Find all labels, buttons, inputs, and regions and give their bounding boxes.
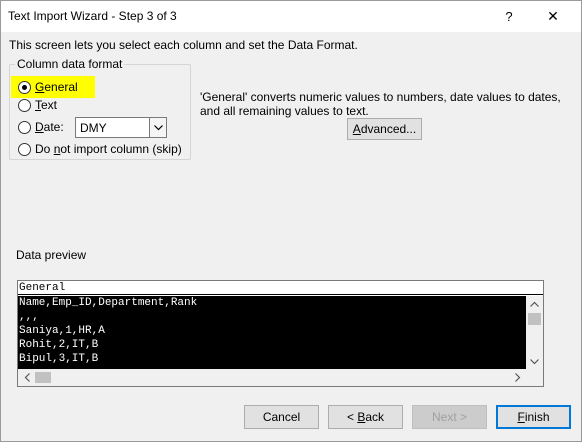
radio-skip-indicator[interactable] — [18, 142, 31, 156]
chevron-up-icon[interactable] — [526, 296, 543, 312]
data-preview-legend: Data preview — [14, 248, 89, 262]
preview-horizontal-scrollbar[interactable] — [18, 369, 543, 386]
back-label: < Back — [346, 410, 385, 424]
preview-column-header[interactable]: General — [18, 281, 543, 295]
radio-text-label: Text — [35, 98, 58, 112]
radio-general-indicator[interactable] — [18, 80, 31, 94]
vertical-scroll-thumb[interactable] — [528, 313, 541, 325]
radio-general[interactable]: General — [18, 80, 78, 94]
window-title: Text Import Wizard - Step 3 of 3 — [8, 9, 177, 23]
preview-row: Rohit,2,IT,B — [19, 339, 99, 351]
finish-button[interactable]: Finish — [496, 405, 571, 429]
preview-row: Bipul,3,IT,B — [19, 353, 99, 365]
chevron-left-icon[interactable] — [18, 369, 35, 386]
column-format-legend: Column data format — [15, 57, 125, 71]
radio-skip-label: Do not import column (skip) — [35, 142, 182, 156]
horizontal-scroll-thumb[interactable] — [35, 372, 51, 383]
advanced-label: Advanced... — [352, 122, 417, 136]
chevron-down-icon[interactable] — [149, 118, 166, 137]
preview-row: ,,, — [19, 311, 39, 323]
intro-text: This screen lets you select each column … — [9, 38, 358, 52]
chevron-right-icon[interactable] — [509, 369, 526, 386]
date-format-value: DMY — [80, 121, 107, 135]
radio-text-indicator[interactable] — [18, 98, 31, 112]
help-button[interactable]: ? — [487, 1, 531, 32]
next-button[interactable]: Next > — [412, 405, 487, 429]
radio-skip[interactable]: Do not import column (skip) — [18, 142, 182, 156]
preview-vertical-scrollbar[interactable] — [526, 296, 543, 370]
preview-rows[interactable]: Name,Emp_ID,Department,Rank ,,, Saniya,1… — [18, 296, 528, 370]
radio-date[interactable]: Date: — [18, 120, 64, 134]
chevron-down-icon[interactable] — [526, 354, 543, 370]
cancel-button[interactable]: Cancel — [244, 405, 319, 429]
title-bar: Text Import Wizard - Step 3 of 3 ? ✕ — [1, 1, 581, 32]
advanced-button[interactable]: Advanced... — [347, 118, 422, 140]
finish-label: Finish — [517, 410, 550, 424]
radio-general-label: General — [35, 80, 78, 94]
radio-text[interactable]: Text — [18, 98, 57, 112]
close-icon: ✕ — [547, 8, 559, 24]
format-description: 'General' converts numeric values to num… — [200, 90, 561, 118]
text-import-wizard-dialog: Text Import Wizard - Step 3 of 3 ? ✕ Thi… — [0, 0, 582, 442]
date-format-select[interactable]: DMY — [75, 117, 167, 138]
radio-date-indicator[interactable] — [18, 120, 31, 134]
back-button[interactable]: < Back — [328, 405, 403, 429]
data-preview-pane[interactable]: General Name,Emp_ID,Department,Rank ,,, … — [17, 280, 544, 387]
preview-row: Saniya,1,HR,A — [19, 325, 105, 337]
preview-row: Name,Emp_ID,Department,Rank — [19, 297, 198, 309]
radio-date-label: Date: — [35, 120, 64, 134]
close-button[interactable]: ✕ — [531, 1, 575, 32]
